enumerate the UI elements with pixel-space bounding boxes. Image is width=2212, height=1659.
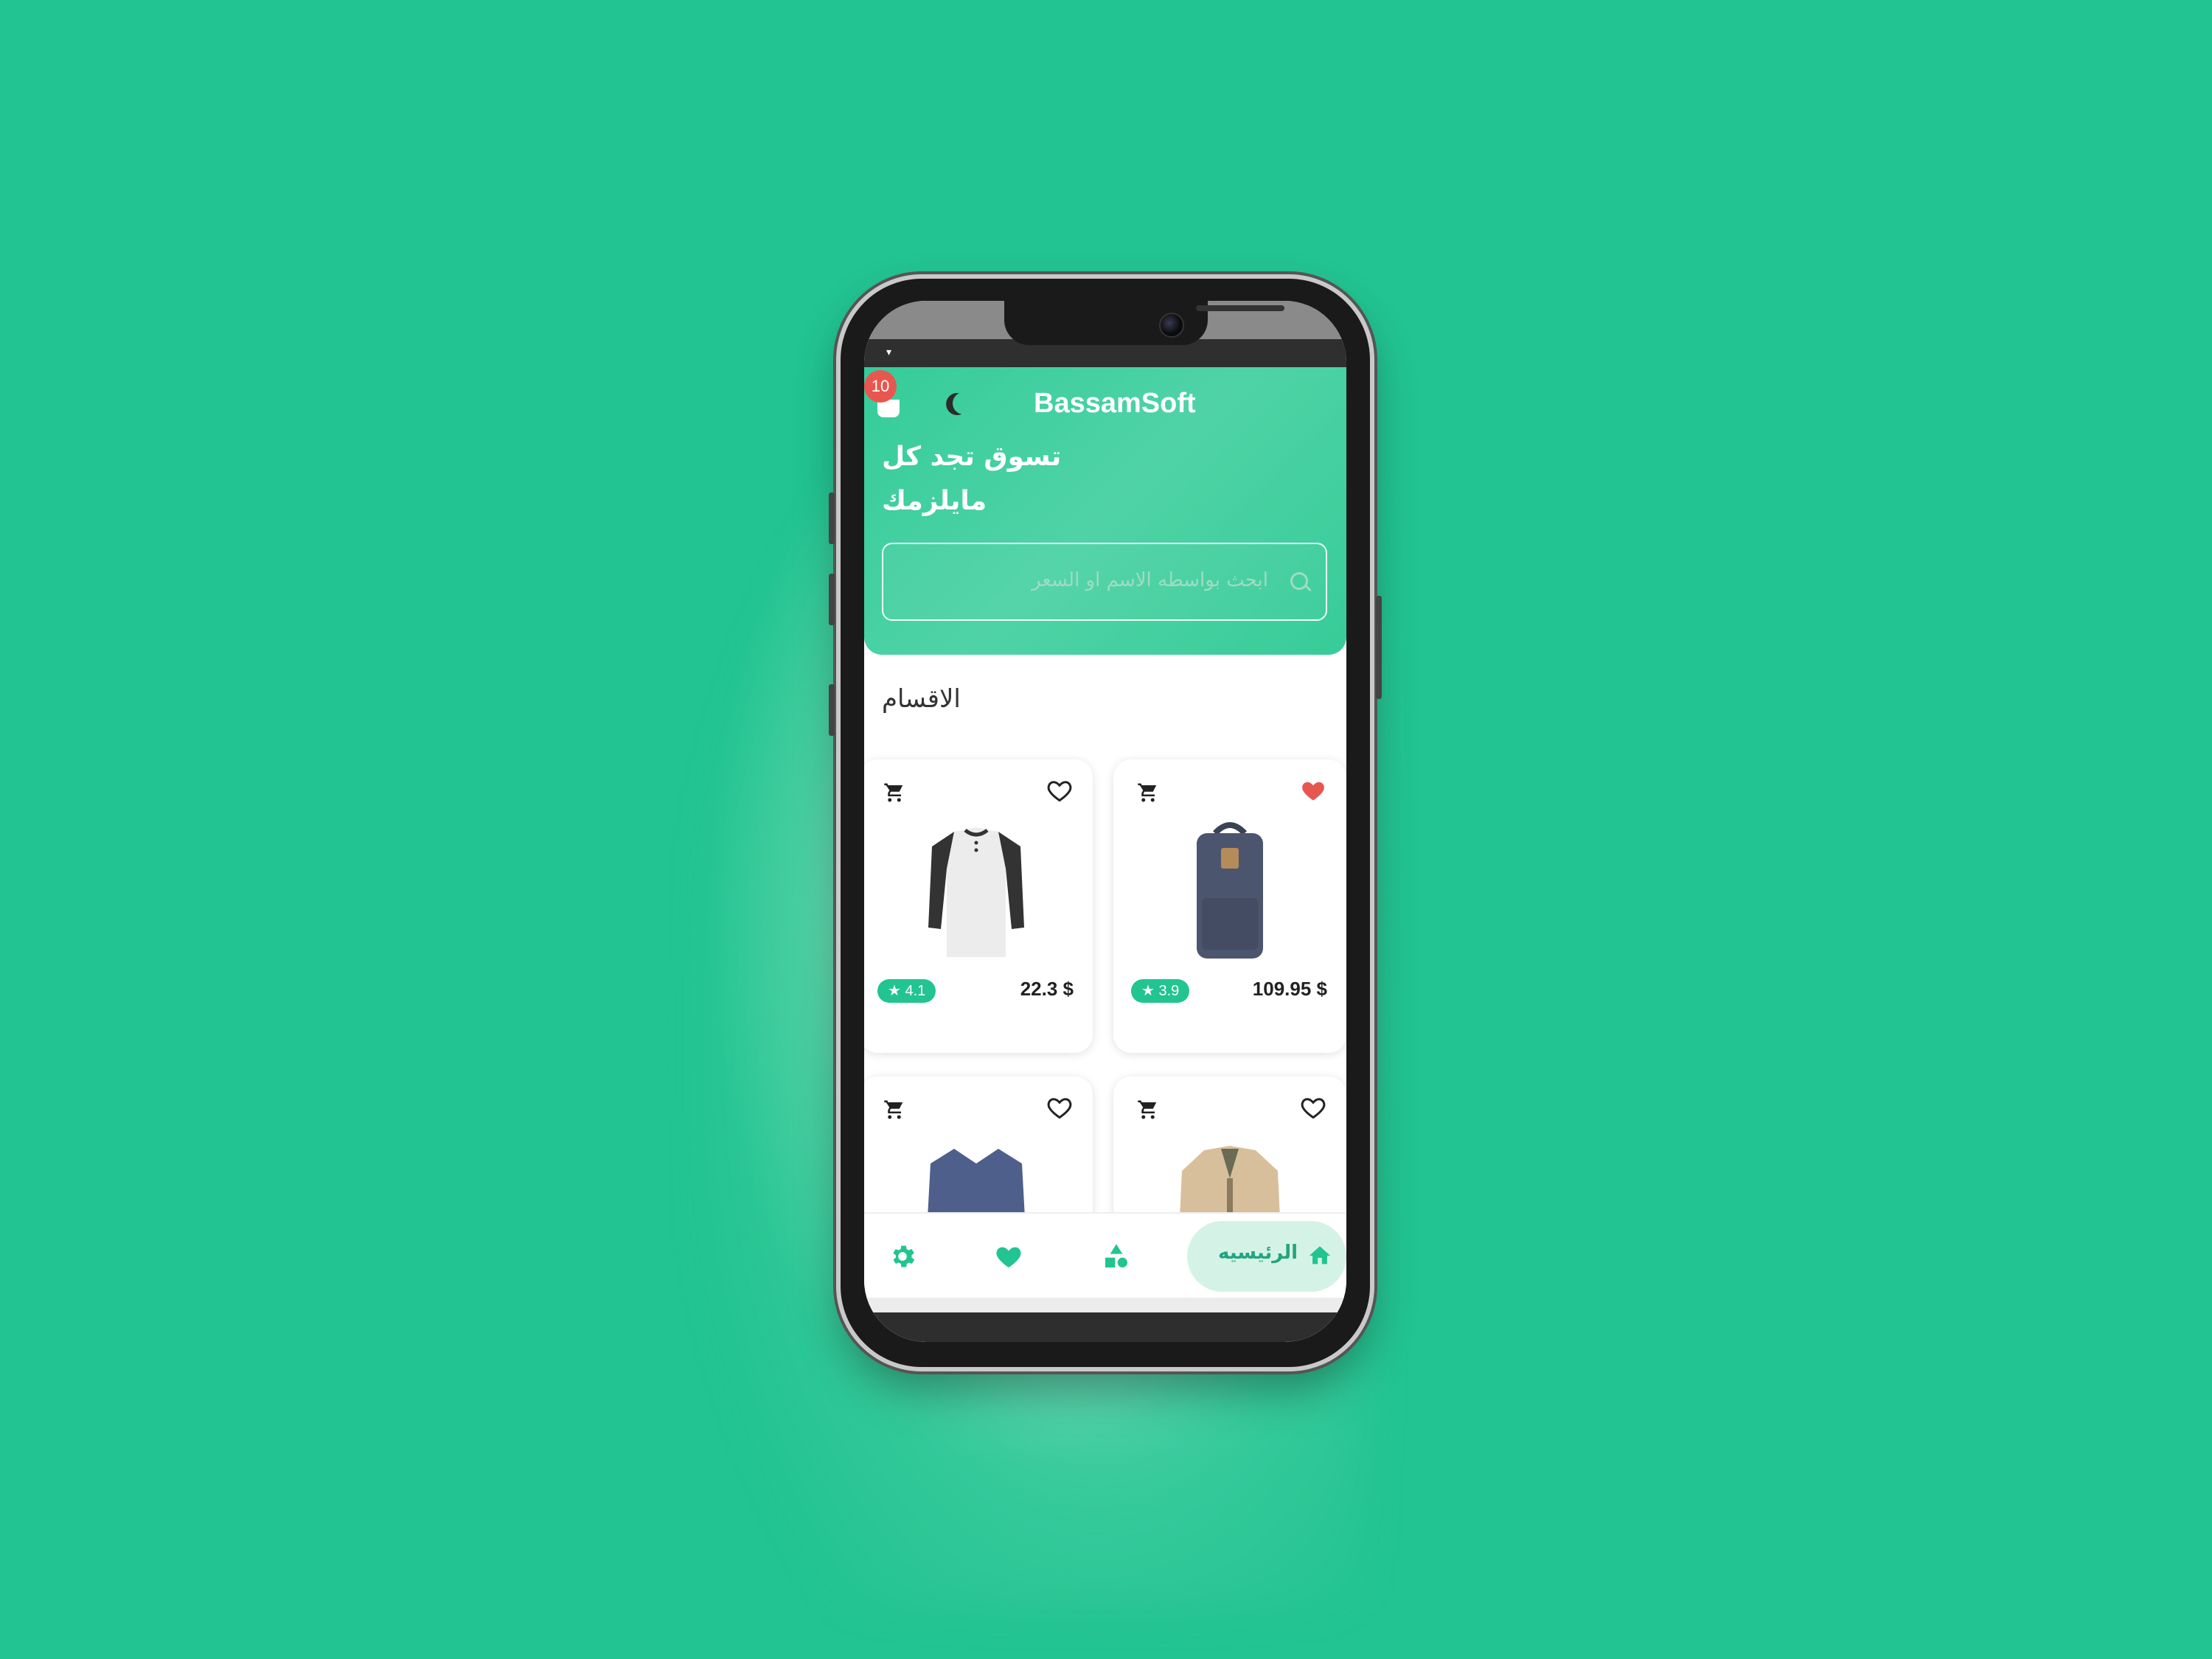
gesture-bar — [864, 1312, 1346, 1342]
add-to-cart-icon[interactable] — [882, 1099, 907, 1121]
gesture-area — [864, 1298, 1346, 1312]
home-icon — [1309, 1246, 1331, 1265]
bottom-navigation: الرئيسيه — [864, 1212, 1346, 1299]
favorite-filled-icon[interactable] — [1299, 777, 1327, 804]
search-placeholder: ابحث بواسطه الاسم او السعر — [1032, 569, 1268, 591]
product-card[interactable]: ★ 3.9 109.95 $ — [1113, 759, 1346, 1053]
status-indicator-icon: ▾ — [886, 347, 892, 358]
favorite-icon[interactable] — [1299, 1094, 1327, 1121]
product-price: 22.3 $ — [1020, 978, 1074, 1000]
camera-icon — [1159, 313, 1184, 338]
home-tab[interactable]: الرئيسيه — [1187, 1221, 1346, 1292]
search-field[interactable]: ابحث بواسطه الاسم او السعر — [882, 543, 1327, 621]
phone-frame: ▾ 10 BassamSoft تسوق تجد كل مايلزمك ابحث… — [829, 279, 1382, 1367]
cart-button[interactable]: 10 — [864, 370, 908, 422]
section-title: الاقسام — [882, 684, 961, 714]
favorite-icon[interactable] — [1046, 777, 1074, 804]
cart-badge: 10 — [864, 370, 897, 403]
rating-badge: ★ 3.9 — [1131, 979, 1190, 1003]
categories-icon[interactable] — [1102, 1242, 1131, 1271]
add-to-cart-icon[interactable] — [1135, 1099, 1161, 1121]
dark-mode-icon[interactable] — [950, 389, 978, 417]
notch — [1004, 301, 1284, 345]
app-title: BassamSoft — [1034, 388, 1196, 419]
app-header: 10 BassamSoft تسوق تجد كل مايلزمك ابحث ب… — [864, 367, 1346, 655]
favorite-icon[interactable] — [1046, 1094, 1074, 1121]
home-tab-label: الرئيسيه — [1218, 1242, 1298, 1264]
add-to-cart-icon[interactable] — [882, 782, 907, 804]
favorites-nav-icon[interactable] — [994, 1242, 1023, 1271]
rating-badge: ★ 4.1 — [877, 979, 936, 1003]
speaker — [1196, 305, 1284, 311]
product-price: 109.95 $ — [1252, 978, 1327, 1000]
add-to-cart-icon[interactable] — [1135, 782, 1161, 804]
product-image — [928, 827, 1024, 957]
page-headline: تسوق تجد كل مايلزمك — [882, 442, 1062, 516]
settings-icon[interactable] — [888, 1242, 917, 1271]
product-image — [1197, 822, 1263, 959]
product-card[interactable]: ★ 4.1 22.3 $ — [864, 759, 1093, 1053]
search-icon — [1290, 572, 1308, 590]
app-screen: ▾ 10 BassamSoft تسوق تجد كل مايلزمك ابحث… — [864, 301, 1346, 1342]
